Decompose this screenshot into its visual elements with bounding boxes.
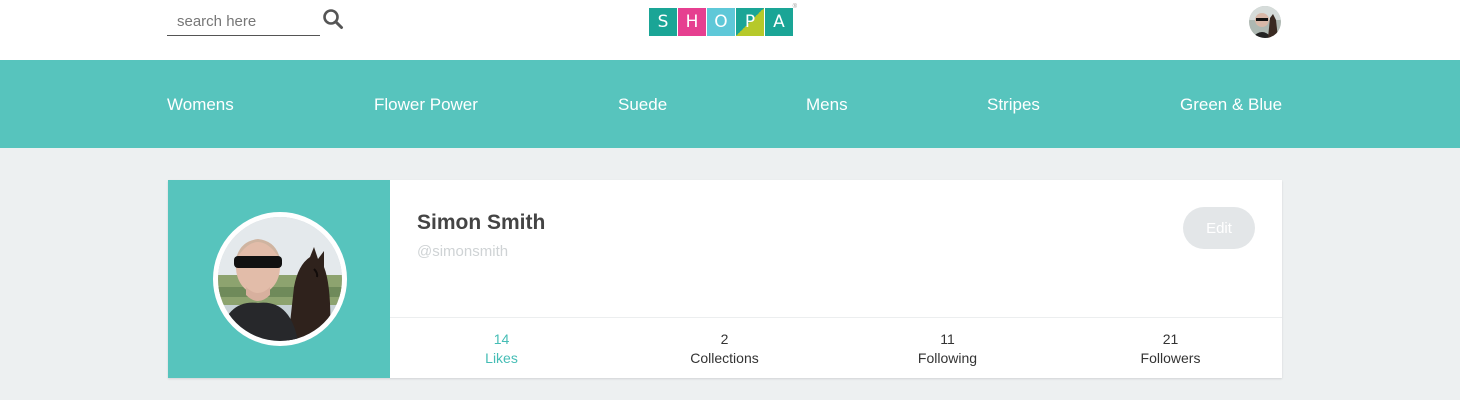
avatar-image xyxy=(1249,6,1281,38)
shopa-logo[interactable]: S H O P A ® xyxy=(649,4,797,38)
logo-tile-p: P xyxy=(736,8,764,36)
profile-image xyxy=(218,217,342,341)
stat-label: Followers xyxy=(1140,350,1201,366)
stat-value: 11 xyxy=(940,331,955,347)
category-nav: Womens Flower Power Suede Mens Stripes G… xyxy=(0,60,1460,148)
profile-stats: 14 Likes 2 Collections 11 Following 21 F… xyxy=(390,317,1282,378)
logo-tile-o: O xyxy=(707,8,735,36)
stat-collections[interactable]: 2 Collections xyxy=(613,318,836,378)
user-avatar[interactable] xyxy=(1249,6,1281,38)
logo-tile-h: H xyxy=(678,8,706,36)
search-input[interactable] xyxy=(167,8,307,34)
stat-label: Collections xyxy=(690,350,759,366)
profile-card: Simon Smith @simonsmith Edit 14 Likes 2 … xyxy=(168,180,1282,378)
profile-photo xyxy=(213,212,347,346)
registered-mark: ® xyxy=(792,4,797,10)
nav-item-stripes[interactable]: Stripes xyxy=(987,95,1040,115)
stat-following[interactable]: 11 Following xyxy=(836,318,1059,378)
nav-item-suede[interactable]: Suede xyxy=(618,95,667,115)
edit-button[interactable]: Edit xyxy=(1183,207,1255,249)
stat-value: 21 xyxy=(1162,331,1179,347)
stat-value: 2 xyxy=(720,331,729,347)
logo-tile-a: A xyxy=(765,8,793,36)
nav-item-mens[interactable]: Mens xyxy=(806,95,848,115)
stat-label: Following xyxy=(917,350,978,366)
search-box xyxy=(167,8,320,36)
profile-photo-panel xyxy=(168,180,390,378)
stat-likes[interactable]: 14 Likes xyxy=(390,318,613,378)
stat-value: 14 xyxy=(493,331,510,347)
nav-item-womens[interactable]: Womens xyxy=(167,95,234,115)
profile-handle: @simonsmith xyxy=(417,243,509,260)
stat-followers[interactable]: 21 Followers xyxy=(1059,318,1282,378)
nav-item-green-blue[interactable]: Green & Blue xyxy=(1180,95,1282,115)
stat-label: Likes xyxy=(485,350,518,366)
search-icon[interactable] xyxy=(322,8,344,30)
top-bar: S H O P A ® xyxy=(0,0,1460,60)
nav-item-flower-power[interactable]: Flower Power xyxy=(374,95,478,115)
profile-name: Simon Smith xyxy=(417,211,546,234)
logo-tile-s: S xyxy=(649,8,677,36)
